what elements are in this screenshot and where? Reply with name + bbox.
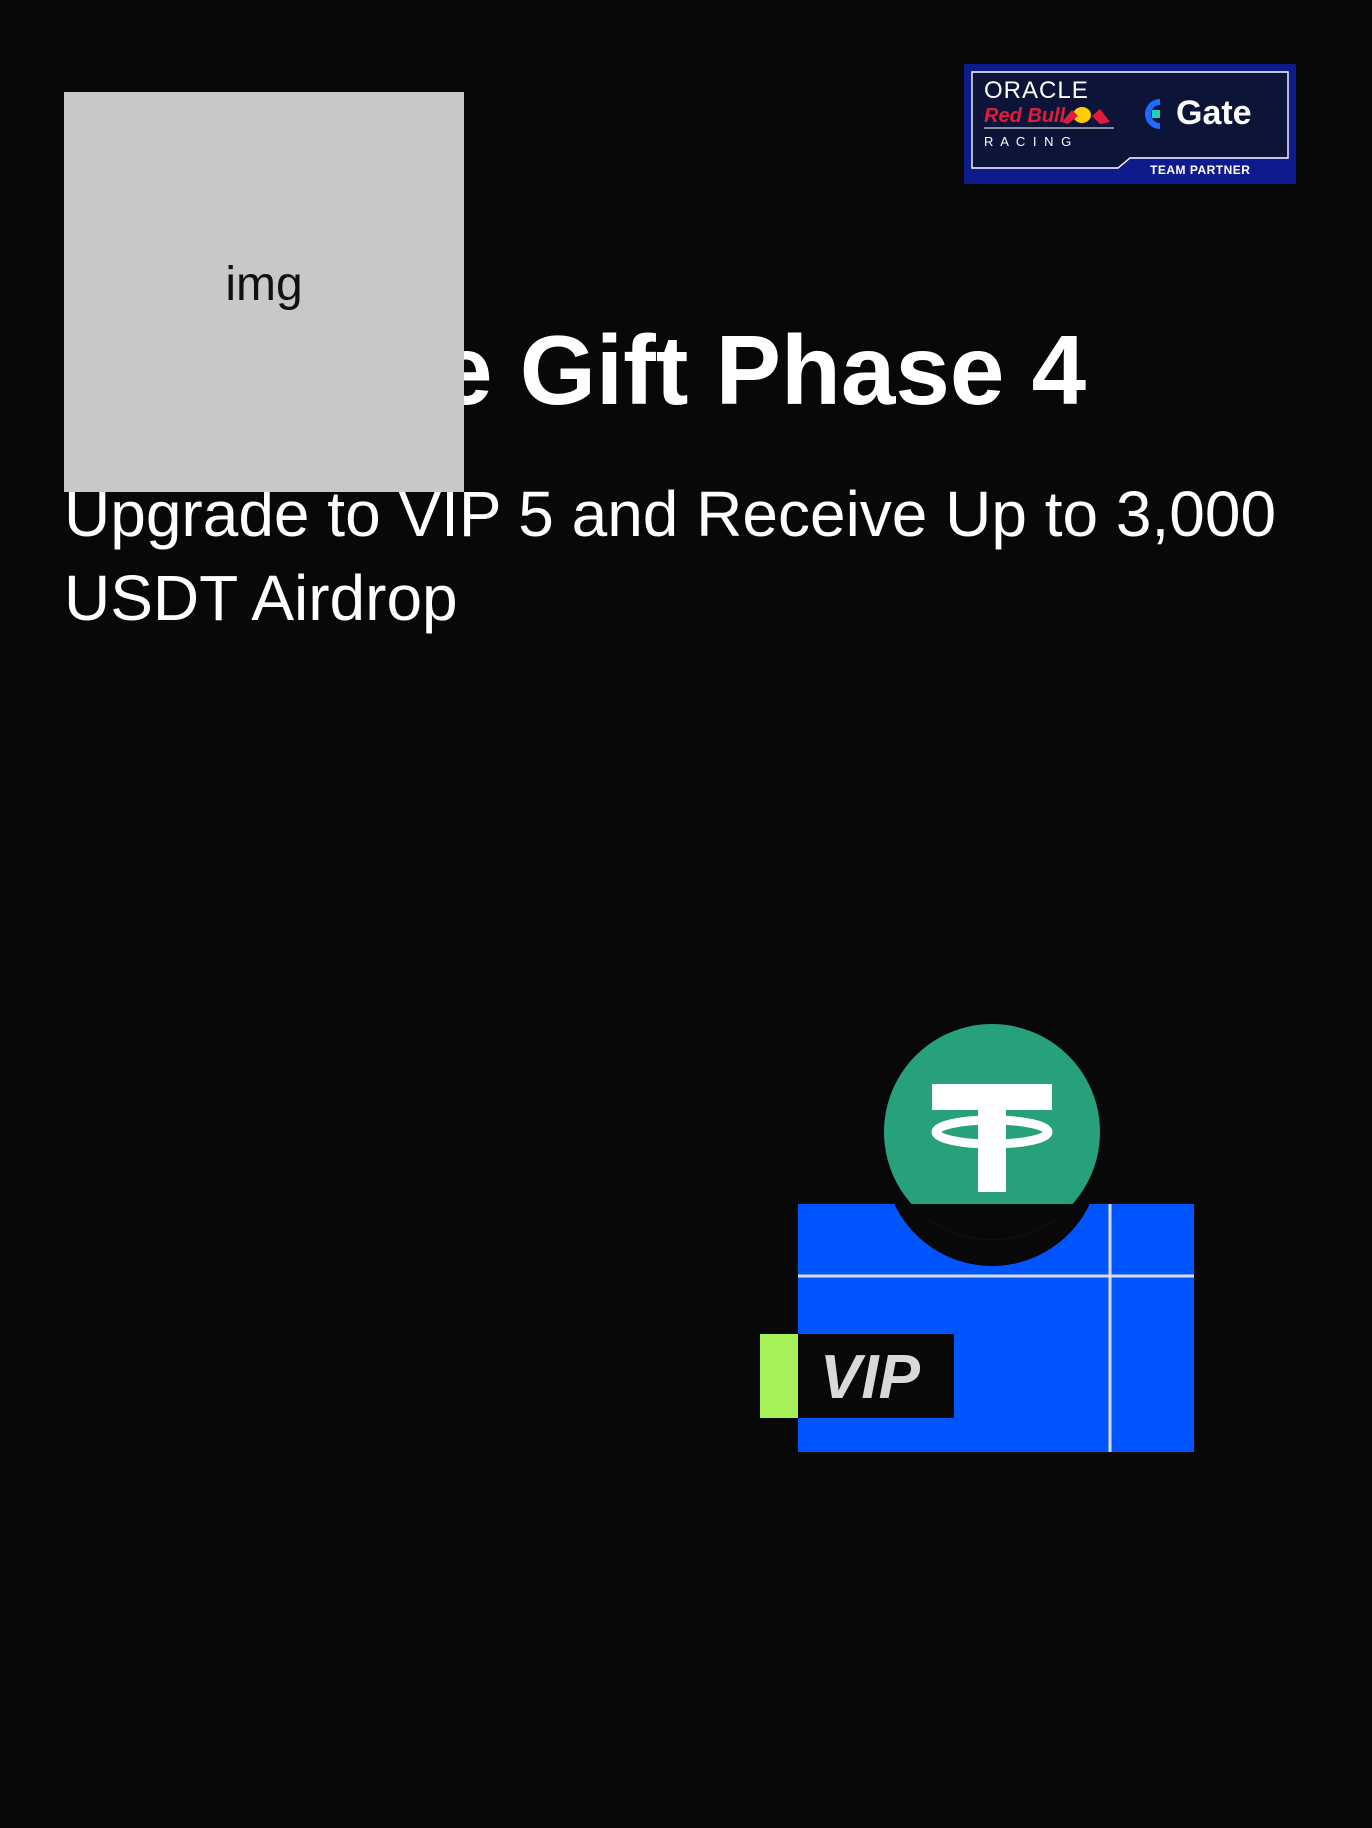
badge-redbull-text: Red Bull	[984, 105, 1066, 127]
badge-gate-text: Gate	[1176, 94, 1252, 132]
badge-oracle-text: ORACLE	[984, 77, 1089, 104]
partner-badge: ORACLE Red Bull R A C I N G Gate TEAM PA…	[964, 64, 1296, 184]
partner-badge-art: ORACLE Red Bull R A C I N G Gate TEAM PA…	[968, 68, 1292, 180]
image-placeholder-label: img	[225, 257, 303, 311]
vip-usdt-illustration: VIP	[756, 1020, 1216, 1460]
badge-racing-text: R A C I N G	[984, 134, 1073, 149]
image-placeholder: img	[64, 92, 464, 492]
vip-label: VIP	[820, 1343, 921, 1412]
vip-accent-bar	[760, 1334, 800, 1418]
badge-partner-text: TEAM PARTNER	[1150, 163, 1250, 177]
page-subtitle: Upgrade to VIP 5 and Receive Up to 3,000…	[64, 478, 1277, 634]
illustration-art: VIP	[760, 1024, 1194, 1452]
